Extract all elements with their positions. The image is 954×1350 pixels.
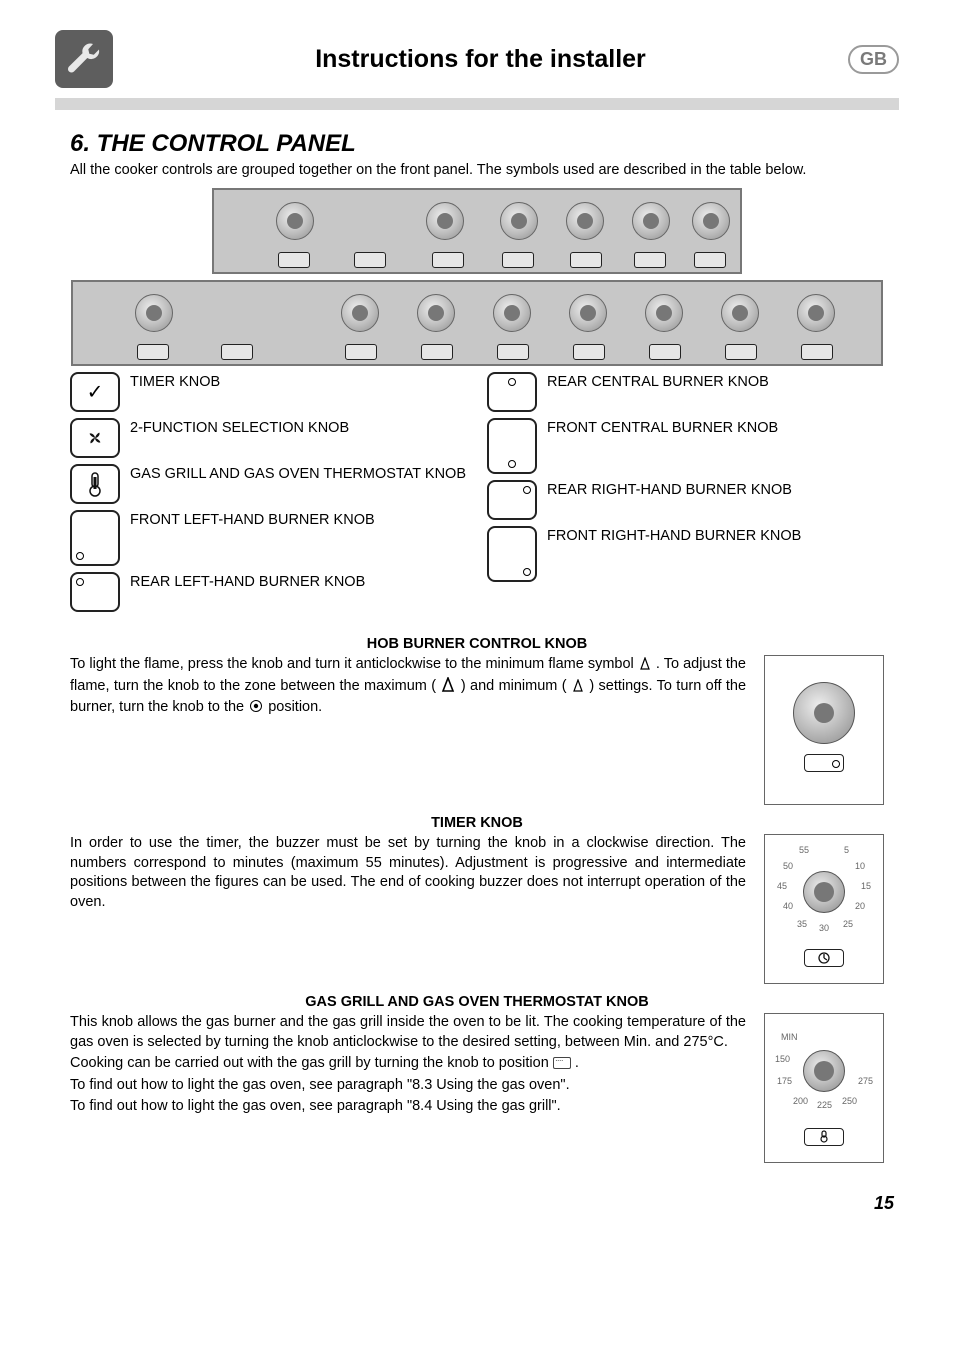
page-header: Instructions for the installer GB [0,0,954,94]
text: Cooking can be carried out with the gas … [70,1055,553,1071]
tick: 5 [844,845,849,855]
tick: 10 [855,861,865,871]
tick: MIN [781,1032,798,1042]
legend-label: FRONT RIGHT-HAND BURNER KNOB [547,526,801,544]
text: position. [268,699,322,715]
timer-pictogram [804,949,844,967]
thermostat-text: This knob allows the gas burner and the … [70,1013,746,1119]
legend-label: FRONT CENTRAL BURNER KNOB [547,418,778,436]
grill-position-icon [553,1057,571,1069]
page-number: 15 [0,1163,954,1214]
rear-right-burner-icon [487,480,537,520]
tick: 40 [783,901,793,911]
front-left-burner-icon [70,510,120,566]
legend-label: TIMER KNOB [130,372,220,390]
header-rule [55,98,899,110]
subsection-title: TIMER KNOB [70,815,884,831]
control-panel-diagram-6burner [71,280,883,366]
legend-label: FRONT LEFT-HAND BURNER KNOB [130,510,375,528]
text: ) and minimum ( [461,678,567,694]
legend-label: REAR LEFT-HAND BURNER KNOB [130,572,365,590]
tick: 175 [777,1076,792,1086]
hob-burner-section: HOB BURNER CONTROL KNOB To light the fla… [70,636,884,805]
hob-knob-figure [764,655,884,805]
language-badge: GB [848,45,899,74]
flame-large-icon [440,677,456,699]
tick: 15 [861,881,871,891]
tick: 275 [858,1076,873,1086]
legend-label: 2-FUNCTION SELECTION KNOB [130,418,349,436]
text: To light the flame, press the knob and t… [70,656,638,672]
thermostat-knob-section: GAS GRILL AND GAS OVEN THERMOSTAT KNOB T… [70,994,884,1163]
tick: 50 [783,861,793,871]
flame-small-icon [571,679,585,699]
tick: 150 [775,1054,790,1064]
section-intro: All the cooker controls are grouped toge… [70,162,884,178]
tick: 20 [855,901,865,911]
hob-text: To light the flame, press the knob and t… [70,655,746,722]
thermostat-knob-icon [70,464,120,504]
section-title: 6. THE CONTROL PANEL [70,130,884,158]
legend-label: GAS GRILL AND GAS OVEN THERMOSTAT KNOB [130,464,466,482]
timer-knob-figure: 55 5 50 10 45 15 40 20 35 30 25 [764,834,884,984]
tick: 30 [819,923,829,933]
timer-knob-icon: ✓ [70,372,120,412]
timer-knob-section: TIMER KNOB In order to use the timer, th… [70,815,884,984]
tick: 55 [799,845,809,855]
legend-label: REAR RIGHT-HAND BURNER KNOB [547,480,792,498]
text: This knob allows the gas burner and the … [70,1013,746,1052]
tick: 225 [817,1100,832,1110]
legend-table: ✓ TIMER KNOB 2-FUNCTION SELECTION KNOB G… [70,372,884,618]
tick: 250 [842,1096,857,1106]
header-title: Instructions for the installer [125,45,836,74]
thermostat-pictogram [804,1128,844,1146]
front-central-burner-icon [487,418,537,474]
legend-label: REAR CENTRAL BURNER KNOB [547,372,769,390]
control-panel-diagram-4burner [212,188,742,274]
text: To find out how to light the gas oven, s… [70,1076,746,1096]
tick: 200 [793,1096,808,1106]
tick: 35 [797,919,807,929]
timer-text: In order to use the timer, the buzzer mu… [70,834,746,912]
tick: 45 [777,881,787,891]
rear-central-burner-icon [487,372,537,412]
rear-left-burner-icon [70,572,120,612]
function-knob-icon [70,418,120,458]
subsection-title: GAS GRILL AND GAS OVEN THERMOSTAT KNOB [70,994,884,1010]
front-right-burner-icon [487,526,537,582]
thermostat-knob-figure: MIN 150 175 200 225 250 275 [764,1013,884,1163]
flame-small-icon [638,657,652,677]
wrench-icon [55,30,113,88]
tick: 25 [843,919,853,929]
text: . [575,1055,579,1071]
text: To find out how to light the gas oven, s… [70,1097,746,1117]
subsection-title: HOB BURNER CONTROL KNOB [70,636,884,652]
off-dot-icon [248,699,264,720]
